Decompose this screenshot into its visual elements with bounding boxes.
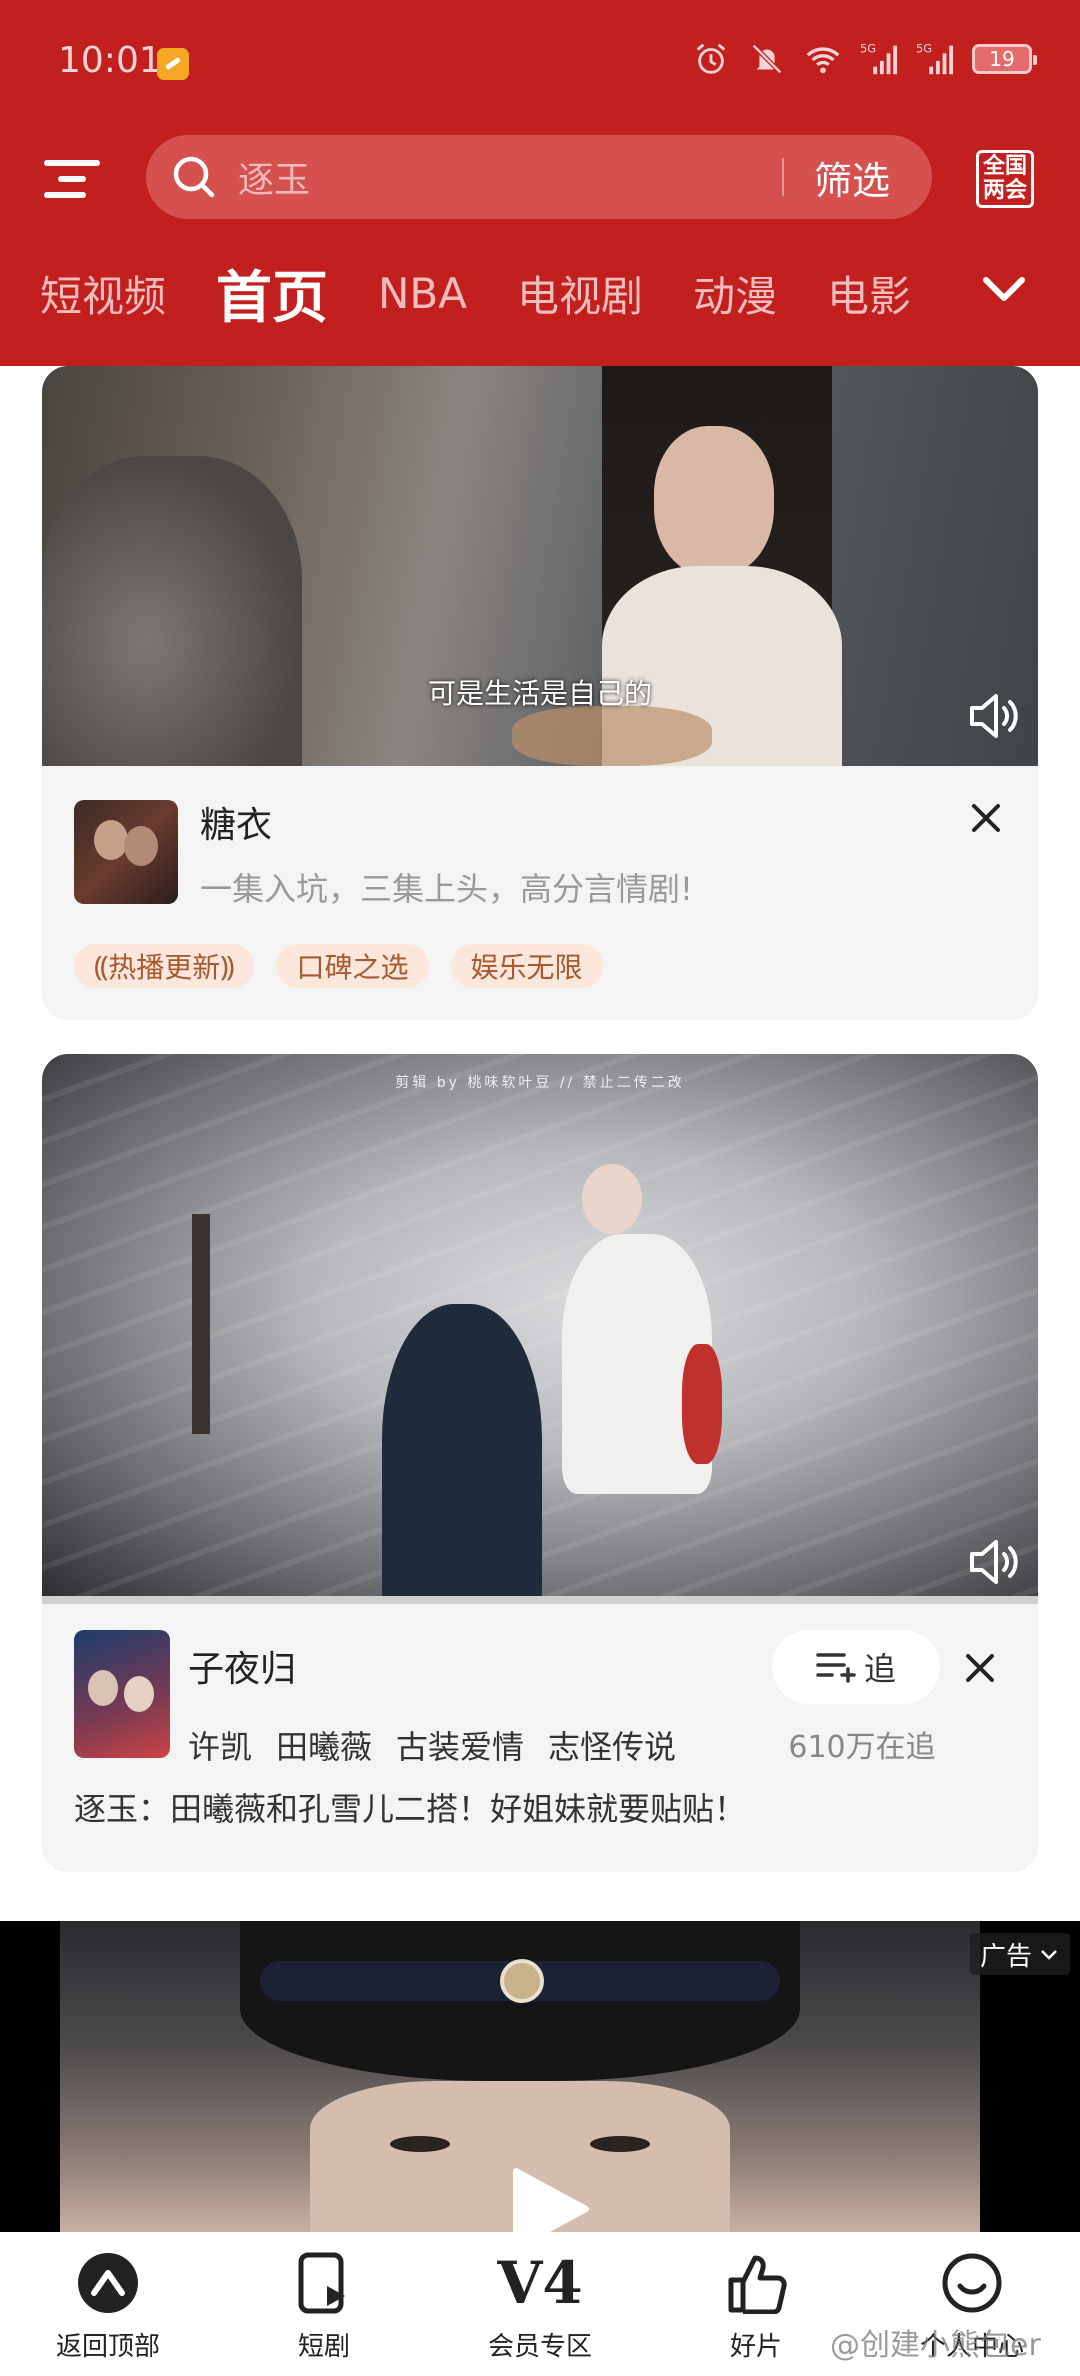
ad-badge-label: 广告 xyxy=(979,1941,1032,1972)
video-player[interactable]: 可是生活是自己的 xyxy=(42,366,1038,766)
video-player[interactable]: 剪辑 by 桃味软叶豆 // 禁止二传二改 xyxy=(42,1054,1038,1604)
tag-list: ⸨ 热播更新 ⸩ 口碑之选 娱乐无限 xyxy=(74,944,625,988)
close-icon[interactable] xyxy=(966,798,1006,838)
tag-entertainment[interactable]: 娱乐无限 xyxy=(450,944,603,988)
back-to-top-icon xyxy=(75,2250,141,2316)
mute-bell-icon xyxy=(748,40,786,78)
nav-short-drama[interactable]: 短剧 xyxy=(216,2232,432,2376)
add-playlist-icon xyxy=(816,1653,856,1683)
follow-button[interactable]: 追 xyxy=(772,1630,940,1704)
nav-label: 返回顶部 xyxy=(55,2332,160,2362)
category-tabs: 短视频 首页 NBA 电视剧 动漫 电影 xyxy=(40,258,961,331)
video-red-sleeve xyxy=(682,1344,722,1464)
search-icon xyxy=(173,156,215,198)
ad-headband-jewel xyxy=(500,1959,544,2003)
search-bar[interactable]: 逐玉 筛选 xyxy=(146,135,932,219)
ad-badge[interactable]: 广告 xyxy=(969,1933,1070,1975)
svg-text:5G: 5G xyxy=(860,41,876,55)
tag-reputation[interactable]: 口碑之选 xyxy=(276,944,429,988)
video-figure-face xyxy=(654,426,774,576)
news-headline[interactable]: 逐玉：田曦薇和孔雪儿二搭！好姐妹就要贴贴！ xyxy=(74,1784,746,1830)
drama-title[interactable]: 糖衣 xyxy=(200,796,272,848)
tab-short-video[interactable]: 短视频 xyxy=(40,263,166,324)
video-caption: 剪辑 by 桃味软叶豆 // 禁止二传二改 xyxy=(395,1075,685,1091)
status-bar: 10:01 5G 5G 19 xyxy=(0,0,1080,128)
drama-description: 一集入坑，三集上头，高分言情剧! xyxy=(200,870,693,908)
search-separator xyxy=(781,158,784,196)
drama-meta: 许凯 田曦薇 古装爱情 志怪传说 xyxy=(188,1722,676,1768)
meta-genre-1[interactable]: 古装爱情 xyxy=(396,1722,524,1768)
ad-figure-eye-left xyxy=(390,2136,450,2152)
top-header: 10:01 5G 5G 19 逐玉 筛选 全国两会 短视频 首页 NBA 电视剧… xyxy=(0,0,1080,366)
meta-genre-2[interactable]: 志怪传说 xyxy=(548,1722,676,1768)
video-tree-trunk xyxy=(192,1214,210,1434)
notification-app-icon xyxy=(157,48,189,80)
laurel-right-icon: ⸩ xyxy=(220,950,235,983)
search-input[interactable]: 逐玉 xyxy=(238,151,782,203)
video-figure-dark xyxy=(382,1304,542,1604)
tag-hot-update[interactable]: ⸨ 热播更新 ⸩ xyxy=(74,944,255,988)
video-figure-face xyxy=(582,1164,642,1234)
short-drama-icon xyxy=(291,2250,357,2316)
wifi-icon xyxy=(804,40,842,78)
video-progress-bar[interactable] xyxy=(42,1596,1038,1604)
status-time: 10:01 xyxy=(58,40,162,81)
v4-glyph: V4 xyxy=(497,2249,583,2317)
battery-icon: 19 xyxy=(972,44,1037,74)
drama-title[interactable]: 子夜归 xyxy=(188,1640,296,1692)
laurel-left-icon: ⸨ xyxy=(94,950,109,983)
play-icon[interactable] xyxy=(496,2161,592,2232)
chevron-down-icon xyxy=(1041,1950,1057,1960)
nav-label: 短剧 xyxy=(297,2332,350,2362)
watermark: @创建小熊包er xyxy=(830,2328,1041,2363)
chevron-down-icon[interactable] xyxy=(978,270,1030,310)
lianghui-badge-icon[interactable]: 全国两会 xyxy=(976,150,1034,208)
app-root: 10:01 5G 5G 19 逐玉 筛选 全国两会 短视频 首页 NBA 电视剧… xyxy=(0,0,1080,2376)
svg-text:5G: 5G xyxy=(916,41,932,55)
status-icons: 5G 5G 19 xyxy=(692,40,1037,78)
signal-5g-icon-2: 5G xyxy=(916,40,954,78)
volume-icon[interactable] xyxy=(962,686,1022,746)
tab-anime[interactable]: 动漫 xyxy=(693,263,777,324)
nav-label: 会员专区 xyxy=(487,2332,592,2362)
tab-home[interactable]: 首页 xyxy=(216,253,328,334)
video-subtitle: 可是生活是自己的 xyxy=(427,677,652,710)
ad-figure-eye-right xyxy=(590,2136,650,2152)
video-table-bowl xyxy=(512,706,712,766)
menu-icon[interactable] xyxy=(44,152,104,202)
nav-vip-zone[interactable]: V4 会员专区 xyxy=(432,2232,648,2376)
smile-icon xyxy=(939,2250,1005,2316)
drama-poster-thumbnail[interactable] xyxy=(74,800,178,904)
tab-nba[interactable]: NBA xyxy=(378,269,467,318)
ad-video[interactable]: 广告 xyxy=(0,1921,1080,2232)
follow-label: 追 xyxy=(863,1650,896,1688)
nav-back-to-top[interactable]: 返回顶部 xyxy=(0,2232,216,2376)
card-info: 子夜归 许凯 田曦薇 古装爱情 志怪传说 追 610万在追 逐玉：田曦薇和孔雪儿… xyxy=(42,1604,1038,1872)
follow-count: 610万在追 xyxy=(788,1730,936,1765)
video-figure-back xyxy=(42,456,302,766)
feed-card-tangyi[interactable]: 可是生活是自己的 糖衣 一集入坑，三集上头，高分言情剧! ⸨ 热播更新 ⸩ 口碑之选… xyxy=(42,366,1038,1020)
thumbs-up-icon xyxy=(723,2250,789,2316)
close-icon[interactable] xyxy=(960,1648,1000,1688)
tab-tv-series[interactable]: 电视剧 xyxy=(517,263,643,324)
filter-button[interactable]: 筛选 xyxy=(814,150,890,205)
volume-icon[interactable] xyxy=(962,1532,1022,1592)
feed-card-ziyegui[interactable]: 剪辑 by 桃味软叶豆 // 禁止二传二改 子夜归 许凯 田曦薇 古装爱情 志怪… xyxy=(42,1054,1038,1872)
nav-label: 好片 xyxy=(729,2332,782,2362)
signal-5g-icon: 5G xyxy=(860,40,898,78)
tab-movie[interactable]: 电影 xyxy=(827,263,911,324)
meta-actor-1[interactable]: 许凯 xyxy=(188,1722,252,1768)
alarm-icon xyxy=(692,40,730,78)
v4-vip-icon: V4 xyxy=(497,2250,582,2316)
meta-actor-2[interactable]: 田曦薇 xyxy=(276,1722,372,1768)
drama-poster-thumbnail[interactable] xyxy=(74,1630,170,1758)
